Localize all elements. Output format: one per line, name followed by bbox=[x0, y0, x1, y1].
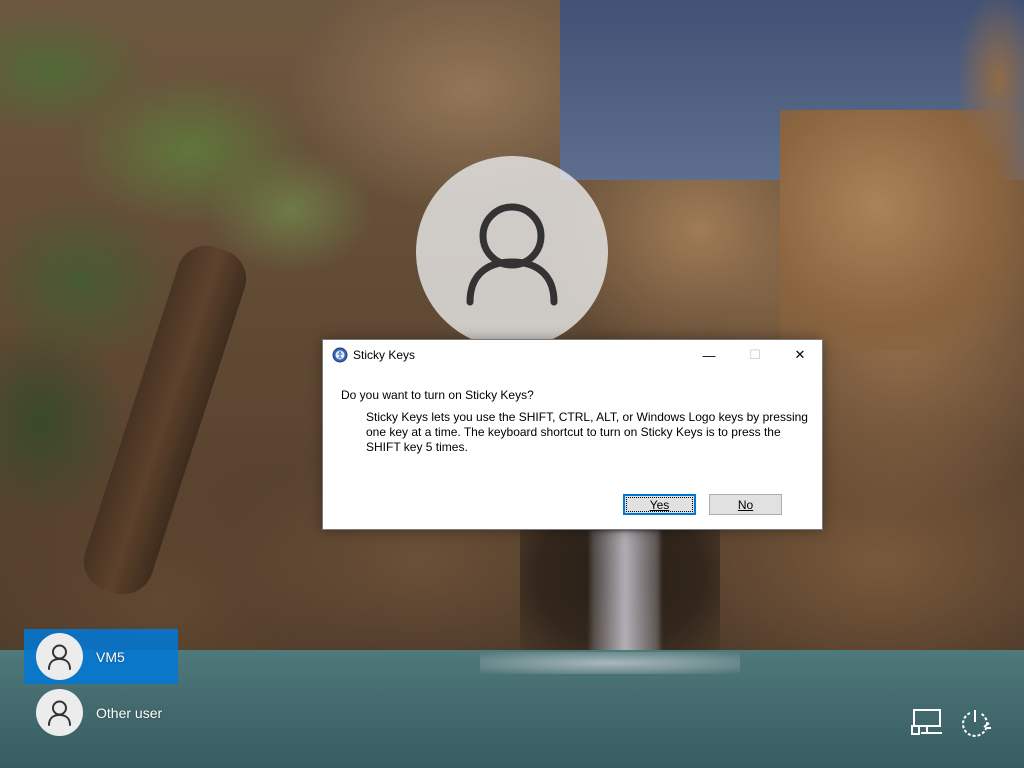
dialog-titlebar[interactable]: Sticky Keys — ☐ ✕ bbox=[323, 340, 822, 371]
user-avatar-icon bbox=[416, 156, 608, 348]
user-name: VM5 bbox=[96, 648, 125, 665]
lock-screen: Sticky Keys — ☐ ✕ Do you want to turn on… bbox=[0, 0, 1024, 768]
no-button[interactable]: No bbox=[709, 494, 782, 515]
dialog-body: Sticky Keys lets you use the SHIFT, CTRL… bbox=[366, 410, 808, 454]
network-icon[interactable] bbox=[911, 705, 945, 739]
dialog-question: Do you want to turn on Sticky Keys? bbox=[341, 388, 534, 402]
yes-button-label: Yes bbox=[649, 497, 670, 512]
sticky-keys-icon bbox=[332, 347, 348, 363]
user-item-other-user[interactable]: Other user bbox=[24, 685, 178, 740]
user-avatar-icon bbox=[36, 633, 83, 680]
user-avatar-icon bbox=[36, 689, 83, 736]
power-icon[interactable] bbox=[958, 705, 992, 739]
user-name: Other user bbox=[96, 704, 163, 721]
yes-button[interactable]: Yes bbox=[623, 494, 696, 515]
sticky-keys-dialog: Sticky Keys — ☐ ✕ Do you want to turn on… bbox=[322, 339, 823, 530]
user-item-vm5[interactable]: VM5 bbox=[24, 629, 178, 684]
minimize-button[interactable]: — bbox=[686, 340, 732, 370]
close-button[interactable]: ✕ bbox=[777, 340, 823, 370]
dialog-title: Sticky Keys bbox=[353, 348, 416, 362]
maximize-button[interactable]: ☐ bbox=[732, 340, 778, 370]
no-button-label: No bbox=[737, 497, 754, 512]
